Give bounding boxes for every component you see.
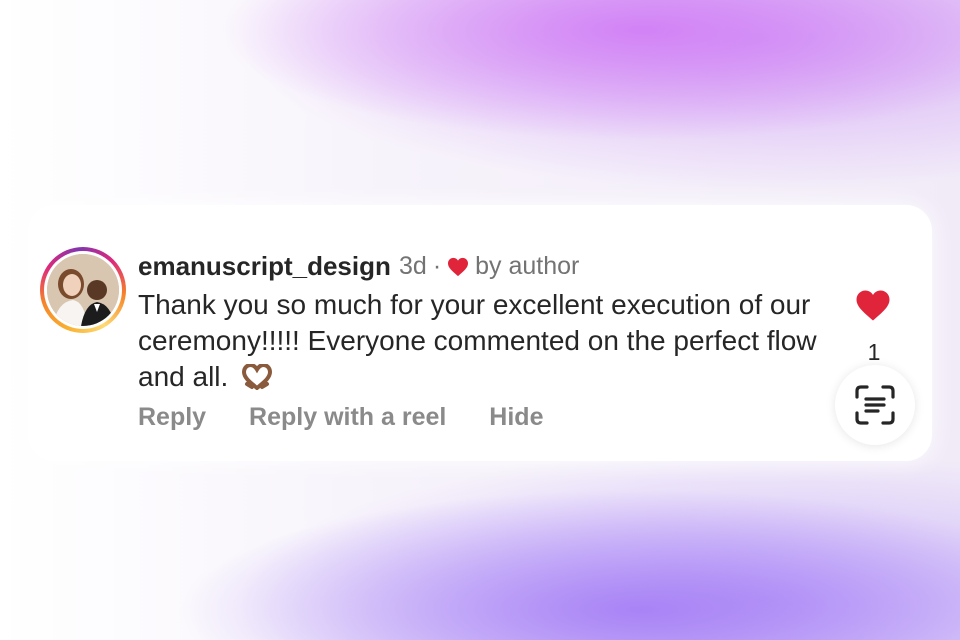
comment-body: Thank you so much for your excellent exe… [138,287,828,395]
heart-icon [448,257,469,276]
reply-button[interactable]: Reply [138,403,206,431]
avatar-story-ring[interactable] [40,247,126,333]
liked-by-author-label: by author [475,252,580,280]
like-heart-icon[interactable] [855,289,891,322]
comment-text: Thank you so much for your excellent exe… [138,289,817,392]
comment-username[interactable]: emanuscript_design [138,251,391,282]
avatar-photo-illustration [47,254,119,326]
comment-meta: 3d · by author [399,252,579,281]
text-scan-button[interactable] [835,365,915,445]
avatar[interactable] [47,254,119,326]
heart-hands-emoji-icon [242,364,273,390]
comment-time: 3d [399,252,427,280]
text-scan-icon [855,385,895,425]
comment-actions: Reply Reply with a reel Hide [138,403,579,432]
reply-with-reel-button[interactable]: Reply with a reel [249,403,446,431]
hide-button[interactable]: Hide [489,403,543,431]
meta-separator: · [432,252,442,280]
like-count[interactable]: 1 [862,339,886,366]
